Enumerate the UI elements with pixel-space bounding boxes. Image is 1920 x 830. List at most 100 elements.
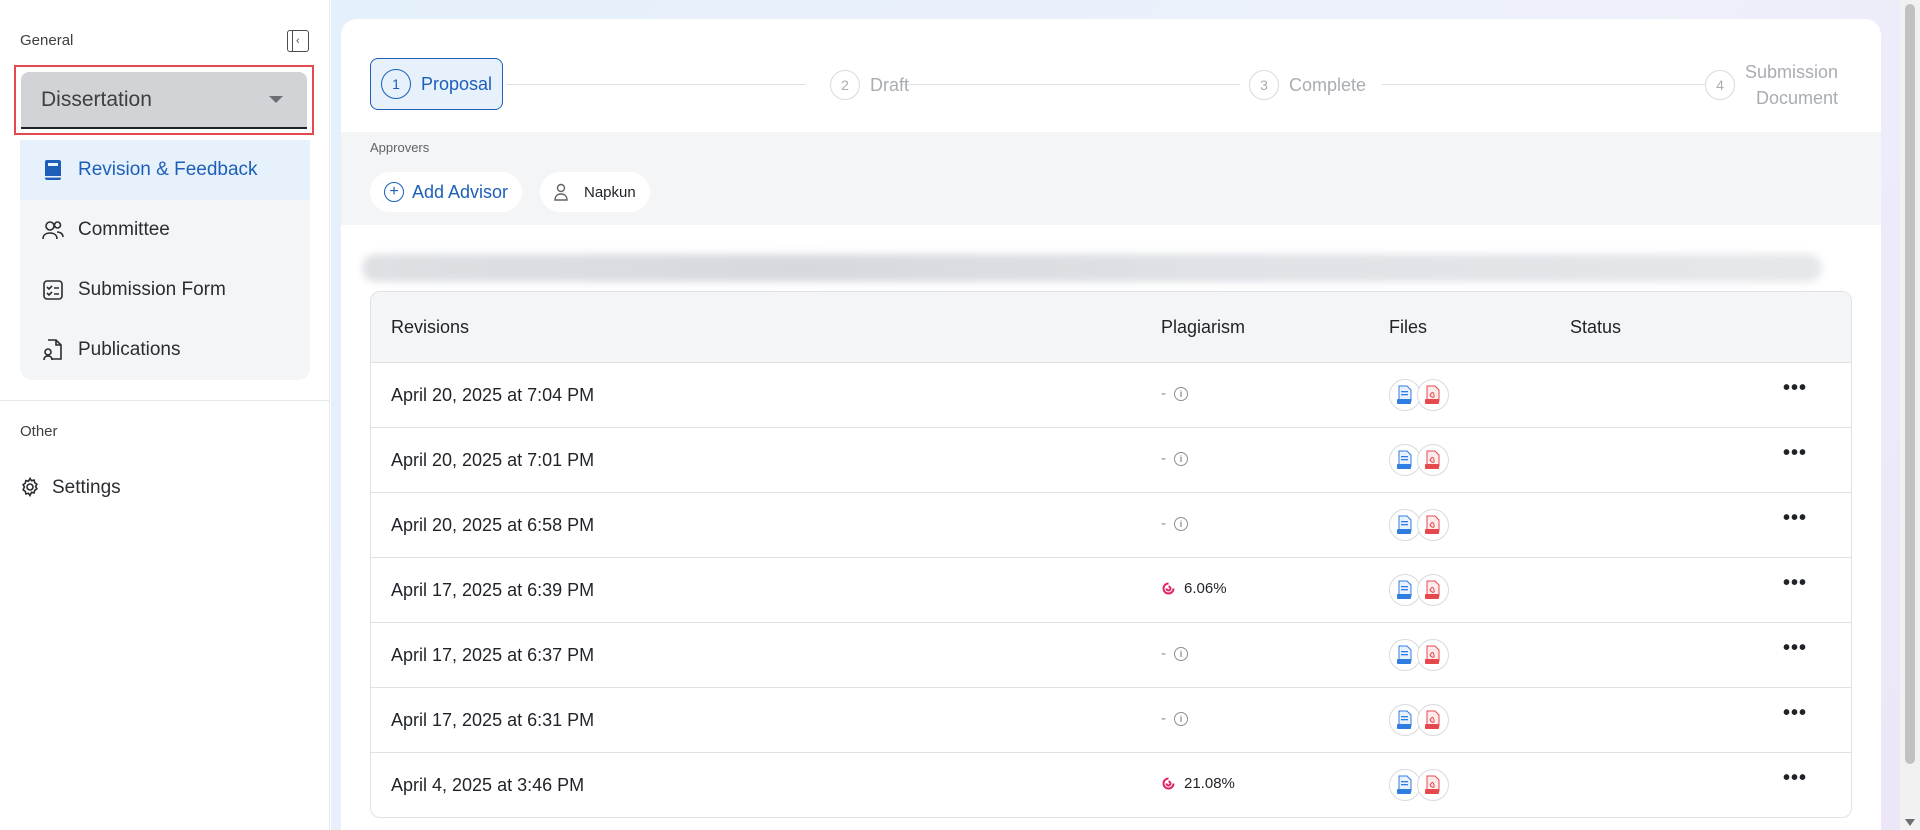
plagiarism-cell: -i — [1161, 450, 1188, 467]
info-icon[interactable]: i — [1174, 711, 1188, 726]
step-submission-document[interactable]: 4 Submission Document — [1705, 58, 1838, 112]
pdf-file-icon[interactable] — [1417, 444, 1449, 476]
plagiarism-cell: 6.06% — [1161, 580, 1227, 597]
program-select-highlight: Dissertation — [14, 65, 314, 135]
step-number: 4 — [1705, 70, 1735, 100]
step-connector — [506, 84, 806, 85]
table-row[interactable]: April 20, 2025 at 7:01 PM -i ••• — [371, 428, 1851, 493]
files-cell — [1389, 704, 1449, 736]
files-cell — [1389, 574, 1449, 606]
plagiarism-empty: - — [1161, 710, 1166, 727]
table-row[interactable]: April 17, 2025 at 6:31 PM -i ••• — [371, 688, 1851, 753]
pdf-file-icon[interactable] — [1417, 379, 1449, 411]
program-select-value: Dissertation — [41, 87, 152, 111]
plagiarism-empty: - — [1161, 385, 1166, 402]
plagiarism-cell: -i — [1161, 515, 1188, 532]
approvers-label: Approvers — [370, 140, 430, 155]
more-options-icon[interactable]: ••• — [1783, 637, 1807, 660]
plagiarism-score: 6.06% — [1184, 580, 1227, 597]
plus-circle-icon: + — [384, 182, 404, 202]
blurred-description — [362, 254, 1822, 282]
scroll-thumb[interactable] — [1905, 4, 1915, 764]
info-icon[interactable]: i — [1174, 451, 1188, 466]
header-plagiarism: Plagiarism — [1161, 317, 1246, 337]
sidebar-item-label: Revision & Feedback — [78, 159, 258, 180]
step-complete[interactable]: 3 Complete — [1249, 58, 1366, 112]
plagiarism-cell: -i — [1161, 385, 1188, 402]
more-options-icon[interactable]: ••• — [1783, 442, 1807, 465]
sidebar-item-label: Publications — [78, 339, 181, 360]
table-row[interactable]: April 17, 2025 at 6:39 PM 6.06% ••• — [371, 558, 1851, 623]
more-options-icon[interactable]: ••• — [1783, 702, 1807, 725]
plagiarism-empty: - — [1161, 515, 1166, 532]
revision-date[interactable]: April 17, 2025 at 6:31 PM — [391, 710, 594, 731]
scroll-down-arrow-icon[interactable] — [1905, 819, 1915, 826]
plagiarism-empty: - — [1161, 645, 1166, 662]
step-connector — [900, 84, 1240, 85]
more-options-icon[interactable]: ••• — [1783, 377, 1807, 400]
caret-down-icon — [269, 96, 283, 103]
info-icon[interactable]: i — [1174, 646, 1188, 661]
revision-date[interactable]: April 20, 2025 at 7:04 PM — [391, 385, 594, 406]
header-status: Status — [1570, 317, 1622, 337]
document-person-icon — [42, 339, 64, 361]
sidebar-item-publications[interactable]: Publications — [20, 320, 310, 380]
step-label-line2: Document — [1756, 88, 1839, 108]
step-proposal[interactable]: 1 Proposal — [370, 58, 504, 110]
plagiarism-cell: -i — [1161, 645, 1188, 662]
table-row[interactable]: April 20, 2025 at 7:04 PM -i ••• — [371, 363, 1851, 428]
table-row[interactable]: April 20, 2025 at 6:58 PM -i ••• — [371, 493, 1851, 558]
header-revisions: Revisions — [391, 317, 470, 337]
files-cell — [1389, 509, 1449, 541]
more-options-icon[interactable]: ••• — [1783, 767, 1807, 790]
revision-date[interactable]: April 20, 2025 at 7:01 PM — [391, 450, 594, 471]
pdf-file-icon[interactable] — [1417, 704, 1449, 736]
table-row[interactable]: April 4, 2025 at 3:46 PM 21.08% ••• — [371, 753, 1851, 817]
revisions-table: Revisions Plagiarism Files Status April … — [370, 291, 1852, 818]
program-select[interactable]: Dissertation — [21, 72, 307, 129]
sidebar-item-revision-feedback[interactable]: Revision & Feedback — [20, 140, 310, 200]
pdf-file-icon[interactable] — [1417, 574, 1449, 606]
approvers-section: Approvers + Add Advisor Napkun — [341, 132, 1881, 225]
files-cell — [1389, 639, 1449, 671]
revision-date[interactable]: April 17, 2025 at 6:37 PM — [391, 645, 594, 666]
plagiarism-empty: - — [1161, 450, 1166, 467]
plagiarism-cell: 21.08% — [1161, 775, 1235, 792]
step-number: 2 — [830, 70, 860, 100]
progress-stepper: 1 Proposal 2 Draft 3 Complete 4 Submissi… — [370, 58, 1850, 112]
page-scrollbar[interactable] — [1900, 0, 1920, 830]
sidebar-item-submission-form[interactable]: Submission Form — [20, 260, 310, 320]
table-row[interactable]: April 17, 2025 at 6:37 PM -i ••• — [371, 623, 1851, 688]
more-options-icon[interactable]: ••• — [1783, 507, 1807, 530]
sidebar-nav: Revision & Feedback Committee Submission… — [20, 140, 310, 380]
files-cell — [1389, 379, 1449, 411]
people-icon — [42, 219, 64, 241]
table-body: April 20, 2025 at 7:04 PM -i ••• April 2… — [371, 363, 1851, 817]
plagiarism-score: 21.08% — [1184, 775, 1235, 792]
table-header: Revisions Plagiarism Files Status — [371, 292, 1851, 363]
approver-chip[interactable]: Napkun — [540, 172, 650, 212]
revision-date[interactable]: April 17, 2025 at 6:39 PM — [391, 580, 594, 601]
revision-date[interactable]: April 4, 2025 at 3:46 PM — [391, 775, 584, 796]
step-label: Proposal — [421, 73, 493, 94]
sidebar-item-label: Submission Form — [78, 279, 226, 300]
pdf-file-icon[interactable] — [1417, 769, 1449, 801]
info-icon[interactable]: i — [1174, 516, 1188, 531]
more-options-icon[interactable]: ••• — [1783, 572, 1807, 595]
sidebar-item-committee[interactable]: Committee — [20, 200, 310, 260]
step-draft[interactable]: 2 Draft — [830, 58, 909, 112]
pdf-file-icon[interactable] — [1417, 639, 1449, 671]
collapse-sidebar-icon[interactable]: ‹ — [287, 30, 309, 52]
step-label-line1: Submission — [1745, 62, 1839, 82]
settings-label: Settings — [52, 477, 121, 498]
pdf-file-icon[interactable] — [1417, 509, 1449, 541]
checklist-icon — [42, 279, 64, 301]
step-number: 3 — [1249, 70, 1279, 100]
info-icon[interactable]: i — [1174, 386, 1188, 401]
add-advisor-button[interactable]: + Add Advisor — [370, 172, 523, 212]
revision-date[interactable]: April 20, 2025 at 6:58 PM — [391, 515, 594, 536]
sidebar-item-settings[interactable]: Settings — [20, 477, 121, 499]
add-advisor-label: Add Advisor — [412, 181, 509, 202]
sidebar-divider — [0, 400, 330, 401]
gear-icon — [20, 477, 42, 499]
